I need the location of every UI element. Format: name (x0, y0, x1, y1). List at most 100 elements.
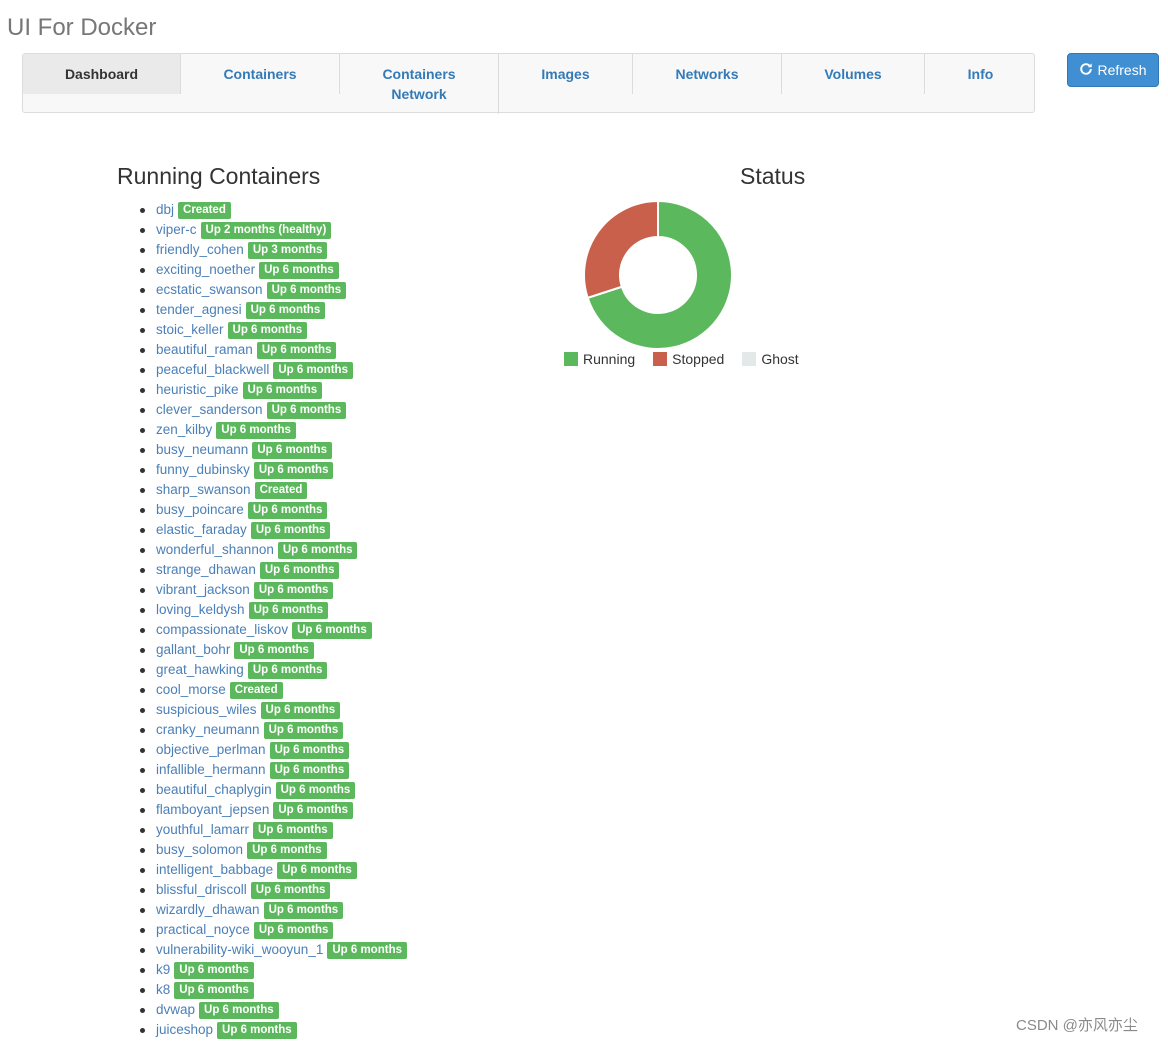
status-badge: Up 6 months (199, 1001, 279, 1019)
container-link[interactable]: cranky_neumann (156, 720, 260, 740)
container-link[interactable]: suspicious_wiles (156, 700, 257, 720)
container-link[interactable]: funny_dubinsky (156, 460, 250, 480)
status-badge: Up 6 months (260, 701, 341, 719)
nav-tabs: Dashboard Containers Containers Network … (22, 53, 1036, 114)
legend-swatch-ghost (742, 352, 757, 366)
container-link[interactable]: exciting_noether (156, 260, 255, 280)
container-link[interactable]: vulnerability-wiki_wooyun_1 (156, 940, 323, 960)
status-badge: Up 6 months (247, 501, 328, 519)
status-badge: Up 6 months (234, 641, 314, 659)
container-link[interactable]: viper-c (156, 220, 197, 240)
tab-containers-network[interactable]: Containers Network (340, 54, 499, 114)
container-link[interactable]: practical_noyce (156, 920, 250, 940)
list-item: loving_keldysh Up 6 months (140, 600, 407, 620)
container-link[interactable]: compassionate_liskov (156, 620, 288, 640)
legend-item-stopped: Stopped (653, 351, 724, 367)
list-item: tender_agnesi Up 6 months (140, 300, 407, 320)
tab-info[interactable]: Info (925, 54, 1036, 94)
status-badge: Created (229, 681, 283, 699)
bullet (140, 887, 145, 893)
bullet (140, 567, 145, 573)
status-badge: Up 6 months (227, 321, 308, 339)
container-link[interactable]: friendly_cohen (156, 240, 244, 260)
container-link[interactable]: loving_keldysh (156, 600, 245, 620)
status-badge: Up 6 months (269, 761, 350, 779)
bullet (140, 327, 145, 333)
container-link[interactable]: peaceful_blackwell (156, 360, 269, 380)
list-item: flamboyant_jepsen Up 6 months (140, 800, 407, 820)
container-link[interactable]: flamboyant_jepsen (156, 800, 269, 820)
status-badge: Created (254, 481, 308, 499)
status-badge: Up 6 months (253, 581, 334, 599)
container-link[interactable]: stoic_keller (156, 320, 224, 340)
legend-swatch-running (564, 352, 578, 366)
container-link[interactable]: wonderful_shannon (156, 540, 274, 560)
list-item: beautiful_raman Up 6 months (140, 340, 407, 360)
container-link[interactable]: zen_kilby (156, 420, 212, 440)
container-list: dbj Created viper-c Up 2 months (healthy) fr… (140, 200, 407, 1040)
status-badge: Created (178, 201, 231, 219)
status-badge: Up 6 months (247, 841, 327, 859)
container-link[interactable]: dvwap (156, 1000, 195, 1020)
container-link[interactable]: elastic_faraday (156, 520, 247, 540)
bullet (140, 307, 145, 313)
tab-containers[interactable]: Containers (181, 54, 340, 94)
container-link[interactable]: cool_morse (156, 680, 226, 700)
status-badge: Up 2 months (healthy) (200, 221, 332, 239)
container-link[interactable]: infallible_hermann (156, 760, 266, 780)
container-link[interactable]: great_hawking (156, 660, 244, 680)
bullet (140, 447, 145, 453)
container-link[interactable]: beautiful_chaplygin (156, 780, 272, 800)
tab-volumes[interactable]: Volumes (782, 54, 925, 94)
container-link[interactable]: sharp_swanson (156, 480, 251, 500)
status-badge: Up 6 months (256, 341, 337, 359)
list-item: k9 Up 6 months (140, 960, 407, 980)
list-item: cool_morse Created (140, 680, 407, 700)
status-badge: Up 6 months (273, 361, 353, 379)
running-containers-title: Running Containers (117, 163, 321, 189)
bullet (140, 927, 145, 933)
bullet (140, 527, 145, 533)
container-link[interactable]: tender_agnesi (156, 300, 242, 320)
tab-images[interactable]: Images (499, 54, 633, 94)
container-link[interactable]: beautiful_raman (156, 340, 253, 360)
container-link[interactable]: heuristic_pike (156, 380, 239, 400)
legend-item-running: Running (564, 351, 635, 367)
refresh-button[interactable]: Refresh (1067, 53, 1159, 87)
container-link[interactable]: busy_poincare (156, 500, 244, 520)
container-link[interactable]: dbj (156, 200, 174, 220)
status-badge: Up 6 months (277, 861, 357, 879)
list-item: clever_sanderson Up 6 months (140, 400, 407, 420)
container-link[interactable]: youthful_lamarr (156, 820, 249, 840)
list-item: beautiful_chaplygin Up 6 months (140, 780, 407, 800)
container-link[interactable]: gallant_bohr (156, 640, 230, 660)
status-badge: Up 6 months (263, 901, 344, 919)
bullet (140, 907, 145, 913)
bullet (140, 467, 145, 473)
container-link[interactable]: busy_solomon (156, 840, 243, 860)
list-item: infallible_hermann Up 6 months (140, 760, 407, 780)
container-link[interactable]: objective_perlman (156, 740, 266, 760)
container-link[interactable]: intelligent_babbage (156, 860, 273, 880)
container-link[interactable]: vibrant_jackson (156, 580, 250, 600)
container-link[interactable]: k9 (156, 960, 170, 980)
container-link[interactable]: strange_dhawan (156, 560, 256, 580)
legend-item-ghost: Ghost (742, 351, 799, 367)
bullet (140, 487, 145, 493)
container-link[interactable]: clever_sanderson (156, 400, 263, 420)
status-badge: Up 6 months (250, 521, 331, 539)
watermark: CSDN @亦风亦尘 (1016, 1017, 1138, 1034)
status-badge: Up 6 months (253, 921, 334, 939)
container-link[interactable]: juiceshop (156, 1020, 213, 1040)
container-link[interactable]: busy_neumann (156, 440, 248, 460)
list-item: wonderful_shannon Up 6 months (140, 540, 407, 560)
container-link[interactable]: ecstatic_swanson (156, 280, 263, 300)
bullet (140, 227, 145, 233)
container-link[interactable]: k8 (156, 980, 170, 1000)
tab-dashboard[interactable]: Dashboard (23, 54, 181, 94)
container-link[interactable]: wizardly_dhawan (156, 900, 260, 920)
tab-networks[interactable]: Networks (633, 54, 782, 94)
status-badge: Up 6 months (259, 261, 339, 279)
container-link[interactable]: blissful_driscoll (156, 880, 247, 900)
status-badge: Up 6 months (266, 401, 347, 419)
